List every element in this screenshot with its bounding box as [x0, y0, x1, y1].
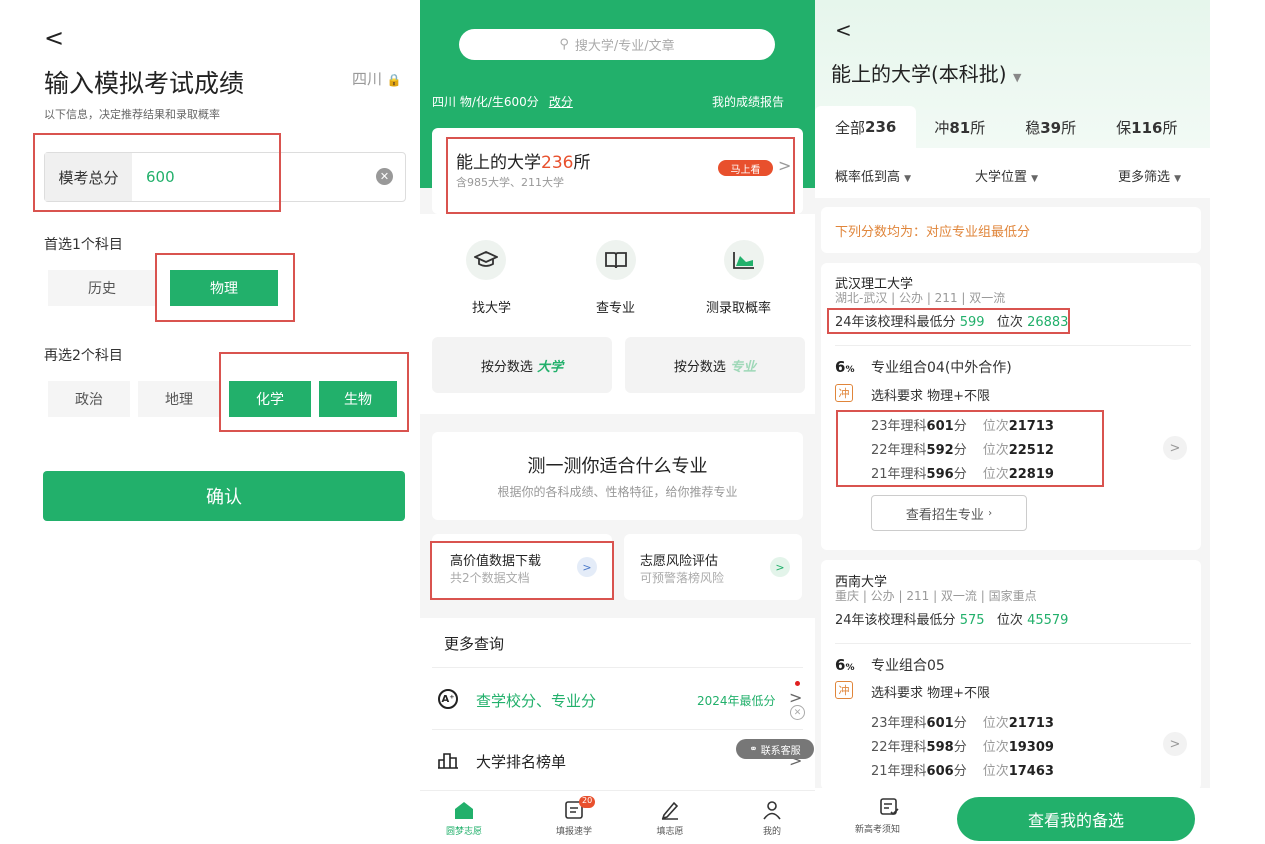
min-score-line: 24年该校理科最低分 575 位次 45579 — [835, 613, 1069, 628]
chevron-right-icon[interactable]: > — [1163, 732, 1187, 756]
major-test-sub: 根据你的各科成绩、性格特征，给你推荐专业 — [497, 485, 738, 499]
probability: 6% — [835, 358, 855, 376]
first-subject-label: 首选1个科目 — [44, 237, 123, 253]
notice-banner: 下列分数均为：对应专业组最低分 — [821, 207, 1201, 253]
clear-icon[interactable]: ✕ — [376, 168, 393, 185]
highlight-box — [836, 410, 1104, 487]
nav-fill[interactable]: 填志愿 — [650, 800, 690, 837]
notes-icon[interactable] — [879, 797, 899, 821]
score-query-icon: A⁺ — [438, 689, 458, 709]
admission-prob-label[interactable]: 测录取概率 — [706, 297, 771, 316]
score-query-link[interactable]: 查学校分、专业分 — [476, 690, 596, 711]
college-list-panel: < 能上的大学(本科批) ▼ 全部 236 冲81所 稳39所 保116所 概率低… — [815, 0, 1210, 844]
filter-location[interactable]: 大学位置 ▼ — [975, 166, 1038, 185]
confirm-button[interactable]: 确认 — [43, 471, 405, 521]
major-test-title: 测一测你适合什么专业 — [527, 456, 708, 477]
page-subtitle: 以下信息，决定推荐结果和录取概率 — [44, 108, 220, 121]
filter-sort[interactable]: 概率低到高 ▼ — [835, 166, 911, 185]
subject-requirement: 选科要求 物理+不限 — [871, 389, 991, 404]
lowest-score-label: 2024年最低分 — [697, 694, 776, 708]
notification-dot — [795, 681, 800, 686]
select-college-by-score[interactable]: 按分数选 大学 — [432, 337, 612, 393]
tab-bar: 全部 236 冲81所 稳39所 保116所 — [815, 106, 1210, 148]
divider — [835, 345, 1191, 346]
notification-badge: 20 — [579, 796, 596, 808]
reach-badge: 冲 — [835, 681, 853, 699]
back-icon[interactable]: < — [44, 24, 64, 52]
find-college-label[interactable]: 找大学 — [472, 297, 511, 316]
university-tags: 湖北-武汉 | 公办 | 211 | 双一流 — [835, 291, 1006, 305]
region-label: 四川 🔒 — [352, 70, 402, 88]
subject-requirement: 选科要求 物理+不限 — [871, 686, 991, 701]
ranking-link[interactable]: 大学排名榜单 — [476, 751, 566, 772]
highlight-box — [827, 308, 1070, 334]
back-icon[interactable]: < — [835, 18, 852, 42]
highlight-box — [446, 137, 795, 214]
risk-assess-sub: 可预警落榜风险 — [640, 571, 725, 585]
view-majors-button[interactable]: 查看招生专业 › — [871, 495, 1027, 531]
headset-icon: ⚭ — [749, 743, 758, 755]
find-major-label[interactable]: 查专业 — [596, 297, 635, 316]
subject-geography[interactable]: 地理 — [138, 381, 220, 417]
year-score-row: 23年理科601分 位次21713 — [871, 716, 1054, 731]
ranking-icon — [438, 751, 458, 773]
view-my-choices-button[interactable]: 查看我的备选 — [957, 797, 1195, 841]
caret-down-icon: ▼ — [1012, 71, 1022, 84]
chevron-right-icon: > — [770, 557, 790, 577]
customer-service-button[interactable]: ⚭ 联系客服 — [736, 739, 814, 759]
risk-assess-title: 志愿风险评估 — [640, 554, 719, 569]
subject-history[interactable]: 历史 — [48, 270, 156, 306]
highlight-box — [33, 133, 281, 212]
highlight-box — [219, 352, 409, 432]
reach-badge: 冲 — [835, 384, 853, 402]
home-panel: ⚲ 搜大学/专业/文章 四川 物/化/生600分 改分 我的成绩报告 能上的大学23… — [420, 0, 815, 844]
major-group[interactable]: 专业组合04(中外合作) — [871, 357, 1012, 377]
search-icon: ⚲ — [559, 37, 569, 52]
filter-more[interactable]: 更多筛选 ▼ — [1118, 166, 1181, 185]
year-score-row: 21年理科606分 位次17463 — [871, 764, 1054, 779]
tab-steady[interactable]: 稳39所 — [1025, 117, 1076, 138]
divider — [432, 667, 803, 668]
major-group[interactable]: 专业组合05 — [871, 655, 945, 675]
probability: 6% — [835, 656, 855, 674]
nav-home[interactable]: 圆梦志愿 — [444, 800, 484, 837]
close-icon[interactable]: ✕ — [790, 705, 805, 720]
new-exam-notes-label[interactable]: 新高考须知 — [855, 822, 900, 835]
page-title[interactable]: 能上的大学(本科批) ▼ — [831, 58, 1021, 87]
university-tags: 重庆 | 公办 | 211 | 双一流 | 国家重点 — [835, 589, 1037, 603]
lock-icon: 🔒 — [386, 73, 402, 87]
chevron-right-icon[interactable]: > — [1163, 436, 1187, 460]
score-input-panel: < 输入模拟考试成绩 四川 🔒 以下信息，决定推荐结果和录取概率 模考总分 60… — [0, 0, 420, 844]
chart-icon[interactable] — [724, 240, 764, 280]
subject-politics[interactable]: 政治 — [48, 381, 130, 417]
book-icon[interactable] — [596, 240, 636, 280]
change-score-link[interactable]: 改分 — [549, 95, 573, 109]
year-score-row: 22年理科598分 位次19309 — [871, 740, 1054, 755]
highlight-box — [430, 541, 614, 600]
tab-all[interactable]: 全部 236 — [815, 106, 917, 148]
highlight-box — [155, 253, 295, 322]
select-major-by-score[interactable]: 按分数选 专业 — [625, 337, 805, 393]
nav-mine[interactable]: 我的 — [752, 800, 792, 837]
divider — [835, 643, 1191, 644]
search-input[interactable]: ⚲ 搜大学/专业/文章 — [459, 29, 775, 60]
page-title: 输入模拟考试成绩 — [44, 69, 245, 98]
divider — [432, 729, 803, 730]
second-subject-label: 再选2个科目 — [44, 348, 123, 364]
more-queries-title: 更多查询 — [444, 635, 505, 653]
report-link[interactable]: 我的成绩报告 — [712, 93, 784, 110]
tab-safe[interactable]: 保116所 — [1116, 117, 1177, 138]
score-info: 四川 物/化/生600分 改分 — [432, 95, 573, 109]
tab-reach[interactable]: 冲81所 — [934, 117, 985, 138]
graduation-cap-icon[interactable] — [466, 240, 506, 280]
